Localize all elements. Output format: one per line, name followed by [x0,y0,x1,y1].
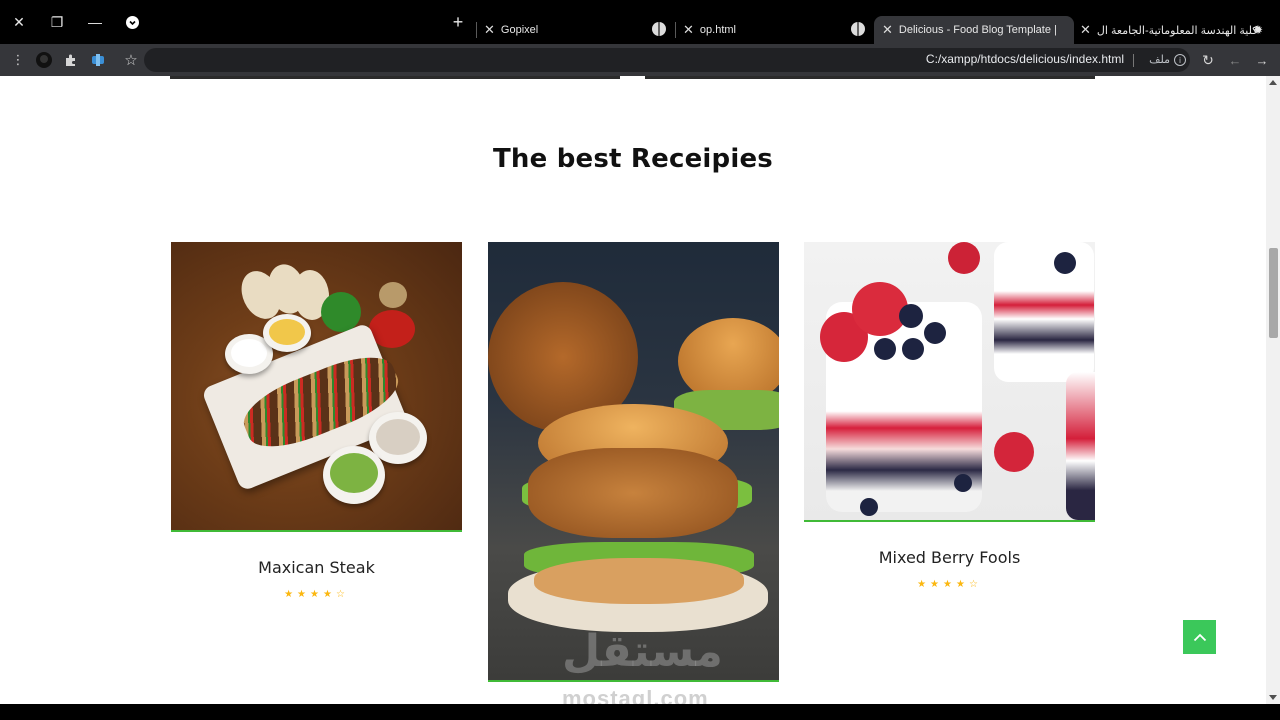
recipe-image[interactable] [171,242,462,530]
recipe-image[interactable] [488,242,779,680]
globe-icon [851,22,865,36]
previous-section-edge [170,76,620,79]
watermark-text: mostaql.com [562,686,709,704]
tab-label: Gopixel [500,24,539,36]
close-tab-icon[interactable]: ✕ [683,22,694,38]
close-tab-icon[interactable]: ✕ [882,22,893,38]
watermark-logo-arabic: مستقل [562,627,723,676]
previous-section-edge [645,76,1095,79]
page-content: The best Receipies Maxican Steak ★★★★☆ M… [0,76,1266,704]
minimize-window-icon[interactable]: — [87,14,103,30]
browser-tab-bar: ✕ ❐ — + ✕ Gopixel ✕ op.html ✕ Delicious … [0,0,1280,44]
chevron-up-icon [1193,633,1206,642]
scroll-up-arrow-icon[interactable] [1269,80,1277,85]
card-accent-bar [171,530,462,532]
card-accent-bar [804,520,1095,522]
tab-delicious[interactable]: ✕ Delicious - Food Blog Template | [874,16,1074,44]
recipe-title[interactable]: Mixed Berry Fools [804,548,1095,567]
gear-favicon-icon: ✹ [1252,23,1264,37]
tab-gopixel[interactable]: ✕ Gopixel [484,16,644,44]
recipe-card[interactable]: Maxican Steak ★★★★☆ [171,242,462,600]
new-tab-icon[interactable]: + [450,12,466,32]
rating-stars: ★★★★☆ [284,589,349,600]
recipe-card[interactable] [488,242,779,682]
tab-search-icon[interactable] [124,14,140,30]
extension-puzzle-icon[interactable] [90,52,106,68]
profile-avatar[interactable] [36,52,52,68]
recipe-title[interactable]: Maxican Steak [171,558,462,577]
section-title: The best Receipies [493,144,773,174]
tab-label: كلية الهندسة المعلوماتية-الجامعة ال [1096,24,1258,37]
scrollbar-thumb[interactable] [1269,248,1278,338]
card-accent-bar [488,680,779,682]
tab-label: op.html [699,24,736,36]
page-scrollbar[interactable] [1266,76,1280,704]
url-text[interactable]: C:/xampp/htdocs/delicious/index.html [926,52,1124,66]
rating-stars: ★★★★☆ [917,579,982,590]
address-bar[interactable]: C:/xampp/htdocs/delicious/index.html ملف… [144,48,1190,72]
close-tab-icon[interactable]: ✕ [1080,22,1091,38]
recipe-image[interactable] [804,242,1095,520]
globe-icon [652,22,666,36]
close-tab-icon[interactable]: ✕ [484,22,495,38]
restore-window-icon[interactable]: ❐ [49,14,65,30]
scroll-down-arrow-icon[interactable] [1269,695,1277,700]
browser-toolbar: ⋮ ☆ C:/xampp/htdocs/delicious/index.html… [0,44,1280,76]
info-icon[interactable]: i [1174,54,1186,66]
url-scheme-label: ملف [1149,54,1170,66]
back-icon[interactable]: ← [1227,52,1243,68]
close-window-icon[interactable]: ✕ [11,14,27,30]
back-to-top-button[interactable] [1183,620,1216,654]
screen-bottom-edge [0,704,1280,720]
menu-icon[interactable]: ⋮ [10,52,26,68]
tab-op-html[interactable]: ✕ op.html [683,16,843,44]
bookmark-star-icon[interactable]: ☆ [123,52,139,69]
tab-university[interactable]: ✕ كلية الهندسة المعلوماتية-الجامعة ال [1080,16,1265,44]
reload-icon[interactable]: ↻ [1200,52,1216,68]
extensions-icon[interactable] [63,52,79,68]
recipe-card[interactable]: Mixed Berry Fools ★★★★☆ [804,242,1095,590]
tab-label: Delicious - Food Blog Template | [898,24,1057,36]
forward-icon[interactable]: → [1254,52,1270,68]
